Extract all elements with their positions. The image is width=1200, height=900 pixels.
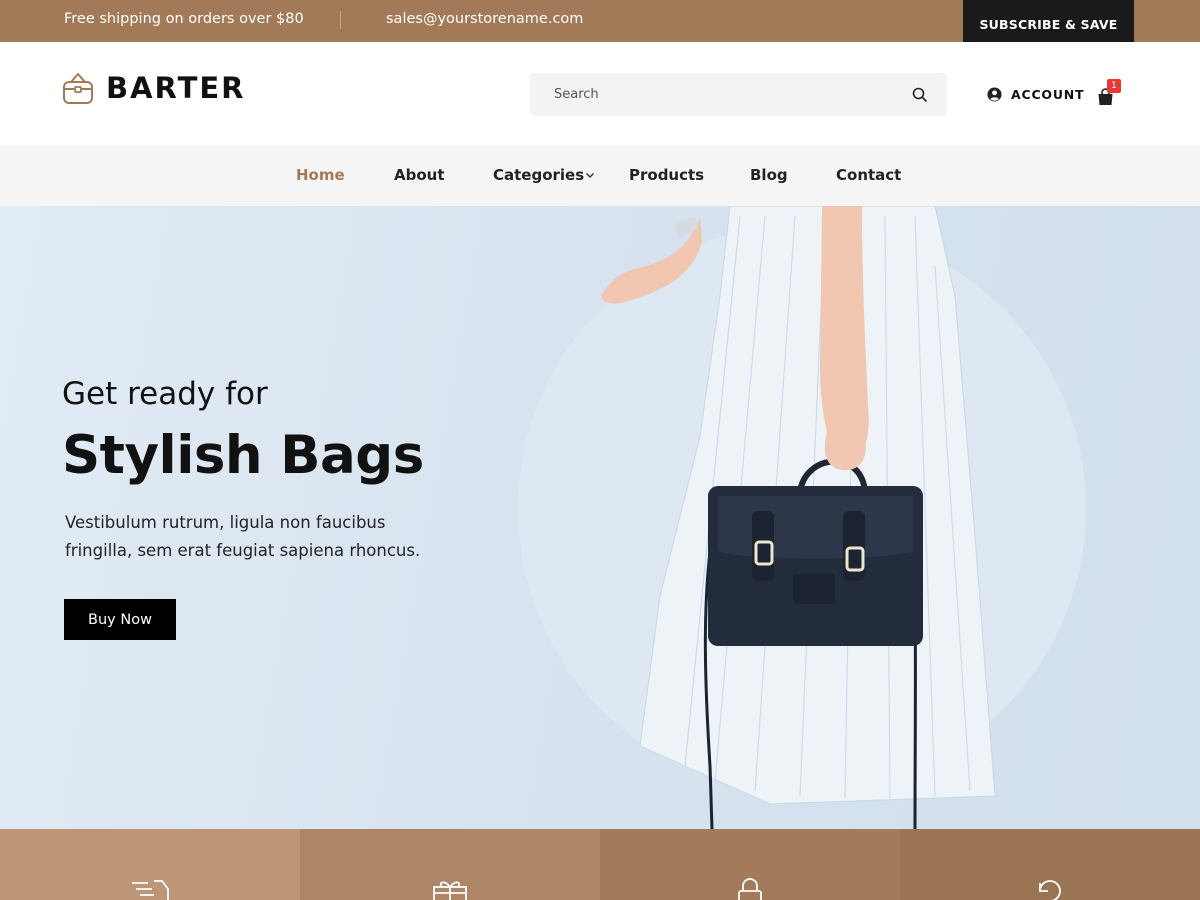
nav-item-blog[interactable]: Blog (750, 166, 788, 184)
hero-model-image (601, 206, 996, 829)
site-header: BARTER ACCOUNT 1 (0, 42, 1200, 145)
main-nav: Home About Categories Products Blog Cont… (0, 145, 1200, 206)
gift-icon (433, 881, 467, 900)
logo[interactable]: BARTER (62, 70, 246, 106)
logo-text: BARTER (106, 71, 246, 105)
hero-banner: Get ready for Stylish Bags Vestibulum ru… (0, 206, 1200, 829)
hero-subtitle: Get ready for (62, 376, 268, 412)
buy-now-button[interactable]: Buy Now (64, 599, 176, 640)
search-bar (530, 73, 947, 116)
cart-button[interactable]: 1 (1097, 79, 1121, 108)
nav-item-home[interactable]: Home (296, 166, 345, 184)
hero-title: Stylish Bags (62, 425, 424, 486)
shipping-notice: Free shipping on orders over $80 (64, 11, 304, 27)
topbar-divider (340, 11, 341, 29)
nav-item-products[interactable]: Products (629, 166, 704, 184)
store-email-link[interactable]: sales@yourstorename.com (386, 11, 583, 27)
chevron-down-icon[interactable] (585, 172, 595, 179)
hero-description: Vestibulum rutrum, ligula non faucibus f… (65, 513, 421, 560)
bag-logo-icon (63, 73, 93, 104)
cart-count-badge: 1 (1107, 79, 1121, 93)
account-label: ACCOUNT (1011, 87, 1085, 102)
account-link[interactable]: ACCOUNT (987, 87, 1084, 102)
nav-item-contact[interactable]: Contact (836, 166, 901, 184)
feature-returns (900, 829, 1200, 900)
nav-item-about[interactable]: About (394, 166, 445, 184)
search-icon[interactable] (911, 86, 929, 104)
feature-gift (300, 829, 600, 900)
features-strip (0, 829, 1200, 900)
user-icon (987, 87, 1002, 102)
feature-shipping (0, 829, 300, 900)
search-input[interactable] (530, 73, 900, 116)
lock-icon (738, 878, 762, 900)
nav-item-categories[interactable]: Categories (493, 166, 584, 184)
truck-icon (132, 880, 169, 900)
feature-secure (600, 829, 900, 900)
return-icon (1039, 880, 1061, 900)
